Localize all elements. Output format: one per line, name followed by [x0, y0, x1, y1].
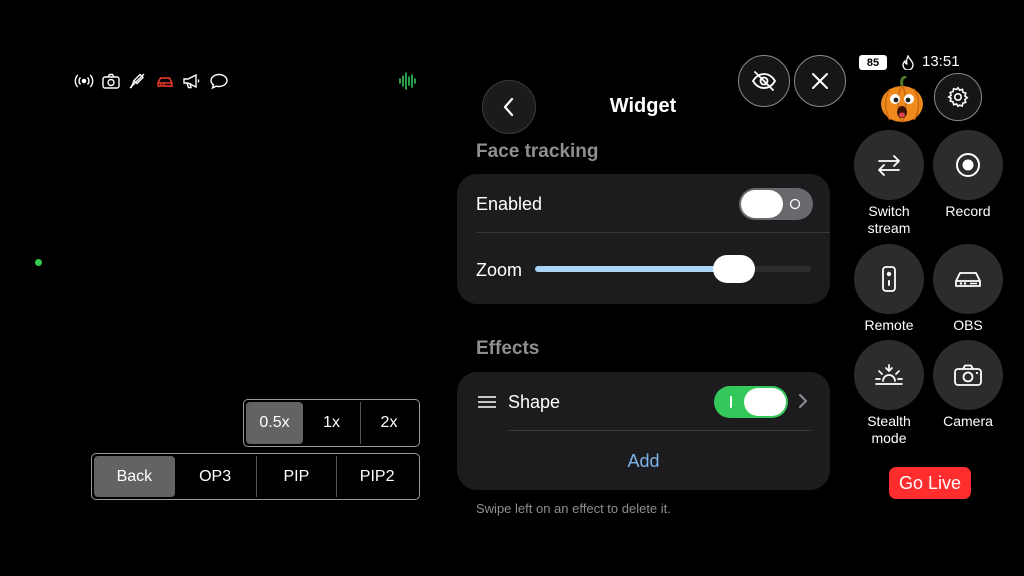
stealth-mode-button[interactable]: Stealth mode: [853, 340, 925, 447]
camera-bubble: [933, 340, 1003, 410]
stealth-mode-label: Stealth mode: [867, 413, 911, 446]
shape-effect-toggle[interactable]: [714, 386, 788, 418]
effects-header: Effects: [476, 338, 540, 359]
audio-level-icon: [399, 72, 416, 90]
close-button[interactable]: [794, 55, 846, 107]
face-tracking-toggle[interactable]: [739, 188, 813, 220]
close-icon: [812, 73, 828, 89]
broadcast-icon: [74, 74, 94, 88]
hide-button[interactable]: [738, 55, 790, 107]
obs-bubble: [933, 244, 1003, 314]
stealth-mode-bubble: [854, 340, 924, 410]
zoom-slider-thumb[interactable]: [713, 255, 755, 283]
gear-icon: [947, 86, 969, 108]
effect-label-shape: Shape: [508, 392, 561, 412]
record-icon: [956, 153, 980, 177]
scene-option-pip2[interactable]: PIP2: [336, 456, 417, 497]
zoom-option-0-5x[interactable]: 0.5x: [246, 402, 303, 444]
zoom-slider[interactable]: [535, 255, 811, 283]
zoom-label: Zoom: [476, 260, 523, 280]
status-dot: [35, 259, 42, 266]
megaphone-icon: [183, 73, 200, 89]
toggle-knob: [741, 190, 783, 218]
camera-icon: [954, 364, 982, 386]
row-divider: [476, 232, 830, 233]
pumpkin-avatar-icon[interactable]: [878, 76, 926, 124]
thermal-flame-icon: [902, 55, 914, 70]
scene-option-back[interactable]: Back: [94, 456, 175, 497]
obs-button[interactable]: OBS: [932, 244, 1004, 334]
row-divider: [508, 430, 811, 431]
scene-option-op3[interactable]: OP3: [175, 456, 256, 497]
obs-label: OBS: [953, 317, 983, 333]
sunset-icon: [875, 364, 903, 385]
drag-handle-icon[interactable]: [478, 395, 496, 409]
camera-button[interactable]: Camera: [932, 340, 1004, 430]
chevron-right-icon[interactable]: [798, 393, 808, 409]
back-button[interactable]: [482, 80, 536, 134]
switch-stream-label: Switch stream: [867, 203, 911, 236]
eye-slash-icon: [751, 71, 777, 91]
chat-bubble-icon: [210, 73, 228, 90]
zoom-option-1x[interactable]: 1x: [303, 402, 360, 444]
scene-selector: Back OP3 PIP PIP2: [91, 453, 420, 500]
battery-indicator: 85: [859, 55, 887, 70]
mic-off-icon: [129, 73, 145, 89]
switch-stream-button[interactable]: Switch stream: [853, 130, 925, 237]
zoom-option-2x[interactable]: 2x: [360, 402, 417, 444]
swipe-hint: Swipe left on an effect to delete it.: [476, 501, 671, 516]
settings-button[interactable]: [934, 73, 982, 121]
toggle-off-indicator-icon: [789, 198, 801, 210]
remote-label: Remote: [864, 317, 914, 333]
scene-option-pip[interactable]: PIP: [255, 456, 337, 497]
remote-bubble: [854, 244, 924, 314]
chevron-left-icon: [503, 97, 514, 117]
remote-button[interactable]: Remote: [853, 244, 925, 334]
effects-card: Shape: [457, 372, 830, 490]
record-button[interactable]: Record: [932, 130, 1004, 220]
zoom-slider-fill: [535, 266, 734, 272]
go-live-button[interactable]: Go Live: [889, 467, 971, 499]
camera-icon: [102, 73, 120, 89]
face-tracking-card: Enabled Zoom: [457, 174, 830, 304]
add-effect-button[interactable]: Add: [457, 451, 830, 472]
switch-arrows-icon: [878, 155, 900, 176]
obs-icon: [955, 272, 981, 287]
face-tracking-header: Face tracking: [476, 141, 599, 162]
obs-icon: [157, 77, 173, 87]
record-label: Record: [945, 203, 991, 219]
status-icons: [74, 72, 229, 90]
remote-icon: [882, 266, 896, 292]
toggle-knob: [744, 388, 786, 416]
zoom-presets: 0.5x 1x 2x: [243, 399, 420, 447]
record-bubble: [933, 130, 1003, 200]
switch-stream-bubble: [854, 130, 924, 200]
clock: 13:51: [922, 53, 960, 70]
enabled-label: Enabled: [476, 194, 543, 214]
panel-title: Widget: [609, 95, 677, 117]
camera-label: Camera: [943, 413, 993, 429]
toggle-on-indicator-icon: [730, 396, 732, 408]
